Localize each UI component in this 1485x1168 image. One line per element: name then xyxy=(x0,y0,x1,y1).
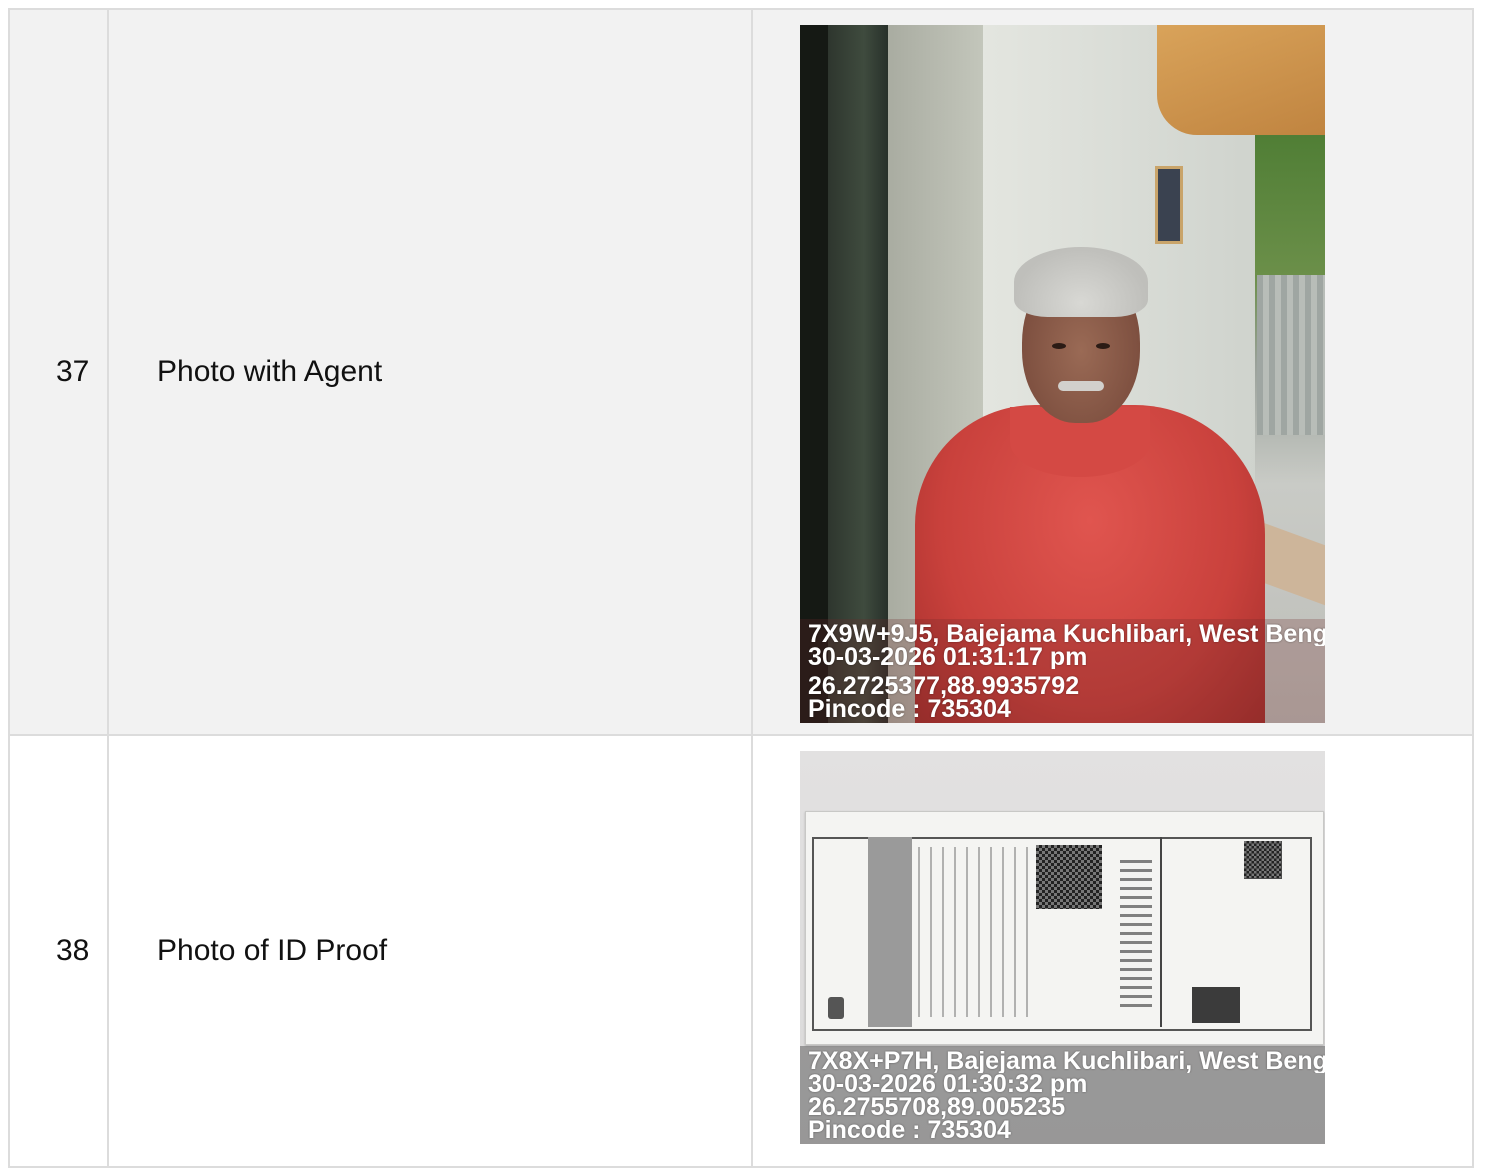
geotag-coordinates: 26.2755708,89.005235 xyxy=(808,1096,1066,1119)
row-number: 38 xyxy=(8,734,109,1168)
table-row: 37 Photo with Agent 7X9W+9J5, Bajejama K… xyxy=(8,8,1474,736)
table-row: 38 Photo of ID Proof 7X8X+P7H, Bajejama … xyxy=(8,734,1474,1168)
geotag-datetime: 30-03-2026 01:30:32 pm xyxy=(808,1073,1088,1096)
row-number: 37 xyxy=(8,8,109,736)
geotag-datetime: 30-03-2026 01:31:17 pm xyxy=(808,646,1088,669)
photo-cell: 7X9W+9J5, Bajejama Kuchlibari, West Beng… xyxy=(751,8,1474,736)
photo-cell: 7X8X+P7H, Bajejama Kuchlibari, West Beng… xyxy=(751,734,1474,1168)
photo-geotag-overlay: 7X8X+P7H, Bajejama Kuchlibari, West Beng… xyxy=(800,1046,1325,1144)
id-proof-photo[interactable]: 7X8X+P7H, Bajejama Kuchlibari, West Beng… xyxy=(800,751,1325,1144)
document-photos-table: 37 Photo with Agent 7X9W+9J5, Bajejama K… xyxy=(8,8,1474,1168)
agent-photo[interactable]: 7X9W+9J5, Bajejama Kuchlibari, West Beng… xyxy=(800,25,1325,723)
geotag-pincode: Pincode : 735304 xyxy=(808,1119,1011,1142)
geotag-address: 7X8X+P7H, Bajejama Kuchlibari, West Beng… xyxy=(808,1050,1325,1073)
geotag-address: 7X9W+9J5, Bajejama Kuchlibari, West Beng… xyxy=(808,623,1325,646)
row-label: Photo with Agent xyxy=(107,8,753,736)
geotag-coordinates: 26.2725377,88.9935792 xyxy=(808,675,1080,698)
photo-geotag-overlay: 7X9W+9J5, Bajejama Kuchlibari, West Beng… xyxy=(800,619,1325,723)
geotag-pincode: Pincode : 735304 xyxy=(808,698,1011,721)
row-label: Photo of ID Proof xyxy=(107,734,753,1168)
